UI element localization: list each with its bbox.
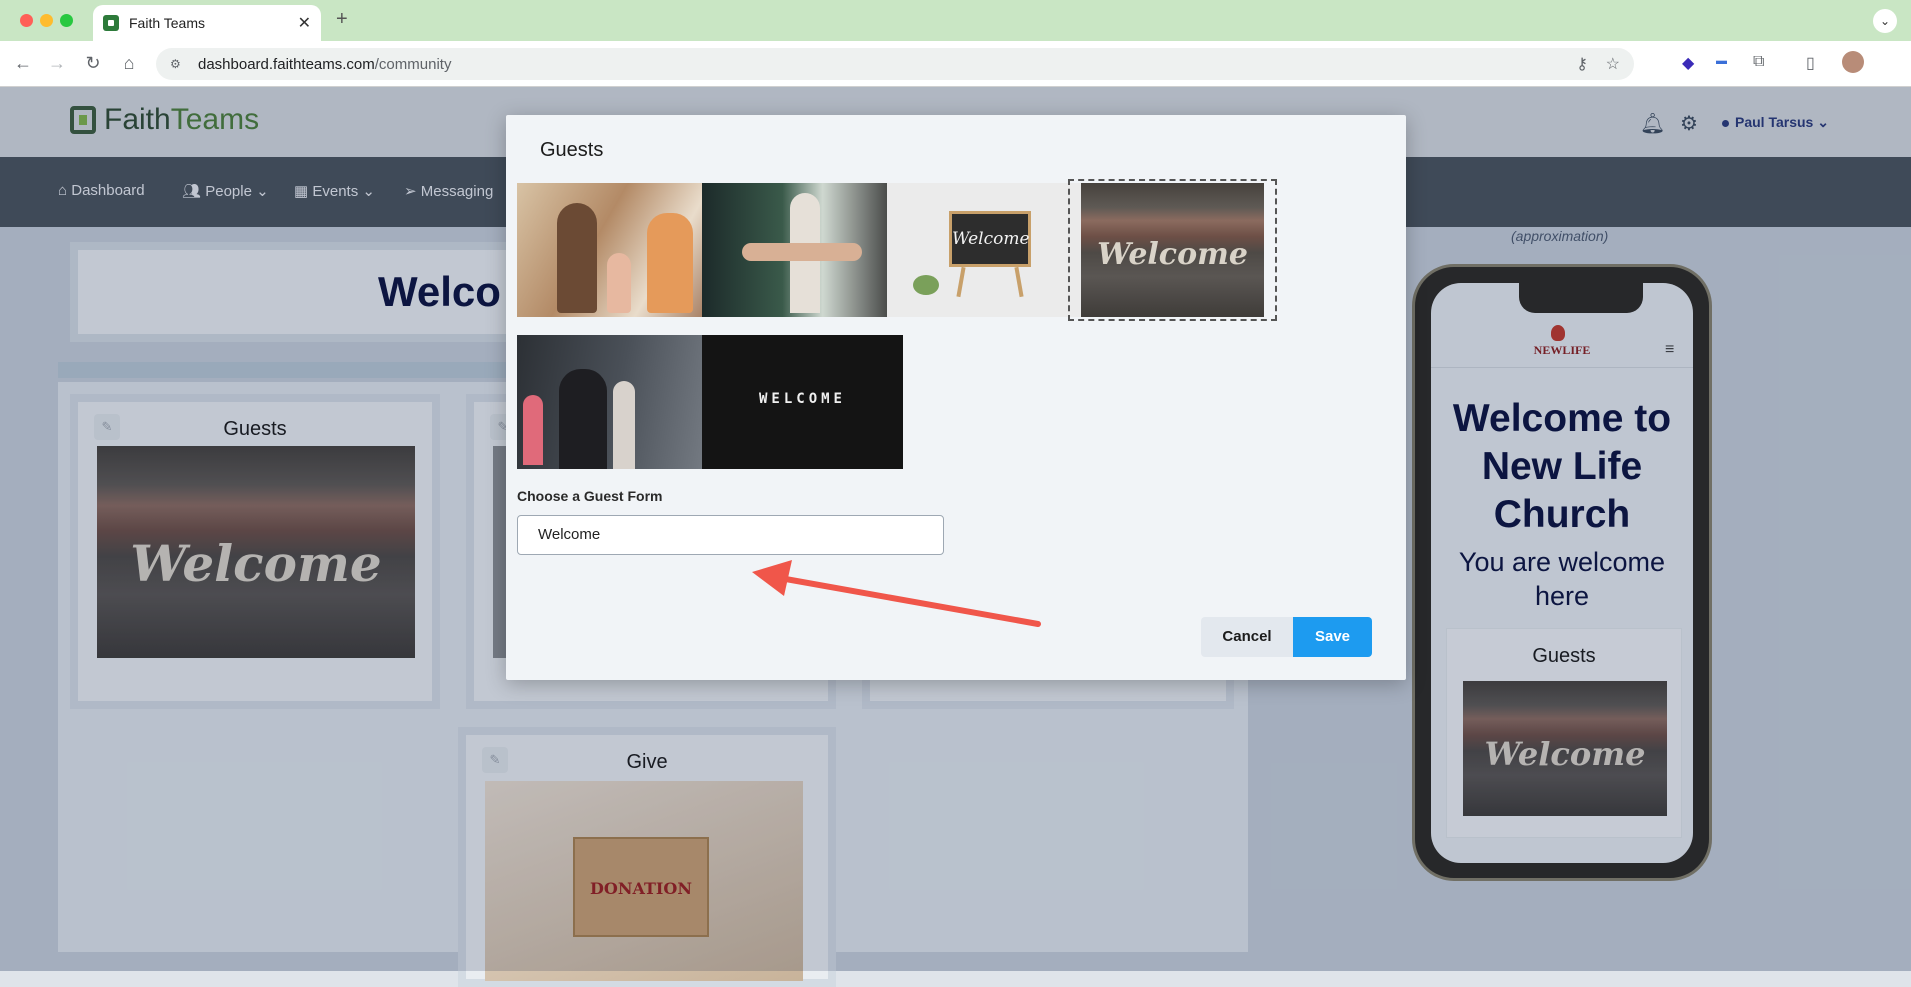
modal-title: Guests — [540, 139, 604, 161]
browser-tab[interactable]: Faith Teams ✕ — [93, 5, 321, 41]
image-option-handshake[interactable] — [702, 183, 903, 317]
wood-image-text: Welcome — [1097, 237, 1248, 272]
tab-search-chevron-icon[interactable]: ⌄ — [1873, 9, 1897, 33]
close-window-button[interactable] — [20, 14, 33, 27]
tab-title: Faith Teams — [129, 15, 205, 31]
new-tab-icon[interactable]: + — [336, 8, 348, 31]
close-tab-icon[interactable]: ✕ — [298, 13, 311, 33]
guests-modal: Guests Welcome Welcome WELCOME Choose a … — [506, 115, 1406, 680]
person-figure — [559, 369, 607, 469]
address-bar[interactable]: ⚙ dashboard.faithteams.com/community ⚷ ☆ — [156, 48, 1634, 80]
side-panel-icon[interactable]: ▯ — [1806, 53, 1815, 73]
bookmark-star-icon[interactable]: ☆ — [1606, 54, 1620, 74]
url-host: dashboard.faithteams.com — [198, 55, 375, 73]
profile-avatar[interactable] — [1842, 51, 1864, 73]
site-info-icon[interactable]: ⚙ — [170, 57, 184, 71]
browser-tab-bar: Faith Teams ✕ + ⌄ — [0, 0, 1911, 41]
easel-leg — [1014, 266, 1024, 298]
chalkboard-text: Welcome — [949, 211, 1031, 267]
person-figure — [647, 213, 693, 313]
save-button[interactable]: Save — [1293, 617, 1372, 657]
easel-leg — [956, 266, 966, 298]
person-figure — [613, 381, 635, 469]
extensions-puzzle-icon[interactable]: ⧉ — [1753, 53, 1764, 71]
maximize-window-button[interactable] — [60, 14, 73, 27]
home-icon[interactable]: ⌂ — [118, 53, 140, 74]
url-path: /community — [374, 55, 452, 73]
guest-form-label: Choose a Guest Form — [517, 488, 663, 504]
image-option-welcome-letterboard[interactable]: WELCOME — [702, 335, 903, 469]
wood-image: Welcome — [1081, 183, 1264, 317]
faithteams-favicon-icon — [103, 15, 119, 31]
person-figure — [557, 203, 597, 313]
person-figure — [523, 395, 543, 465]
image-option-family-at-door[interactable] — [517, 183, 718, 317]
guest-form-input[interactable]: Welcome — [517, 515, 944, 555]
letterboard-text: WELCOME — [758, 391, 846, 407]
browser-toolbar: ← → ↻ ⌂ ⚙ dashboard.faithteams.com/commu… — [0, 41, 1911, 87]
back-arrow-icon[interactable]: ← — [12, 53, 34, 74]
cancel-button[interactable]: Cancel — [1201, 617, 1293, 657]
extension-zip-icon[interactable]: ▬ — [1716, 55, 1727, 67]
minimize-window-button[interactable] — [40, 14, 53, 27]
extension-layers-icon[interactable]: ◆ — [1682, 53, 1694, 73]
forward-arrow-icon[interactable]: → — [46, 53, 68, 74]
password-key-icon[interactable]: ⚷ — [1576, 54, 1588, 74]
reload-icon[interactable]: ↻ — [82, 53, 104, 74]
child-figure — [607, 253, 631, 313]
image-option-greeting-at-entrance[interactable] — [517, 335, 718, 469]
hands-figure — [742, 243, 862, 261]
image-option-welcome-wood[interactable]: Welcome — [1068, 179, 1277, 321]
plant-figure — [913, 275, 939, 295]
image-option-welcome-chalkboard[interactable]: Welcome — [887, 183, 1088, 317]
